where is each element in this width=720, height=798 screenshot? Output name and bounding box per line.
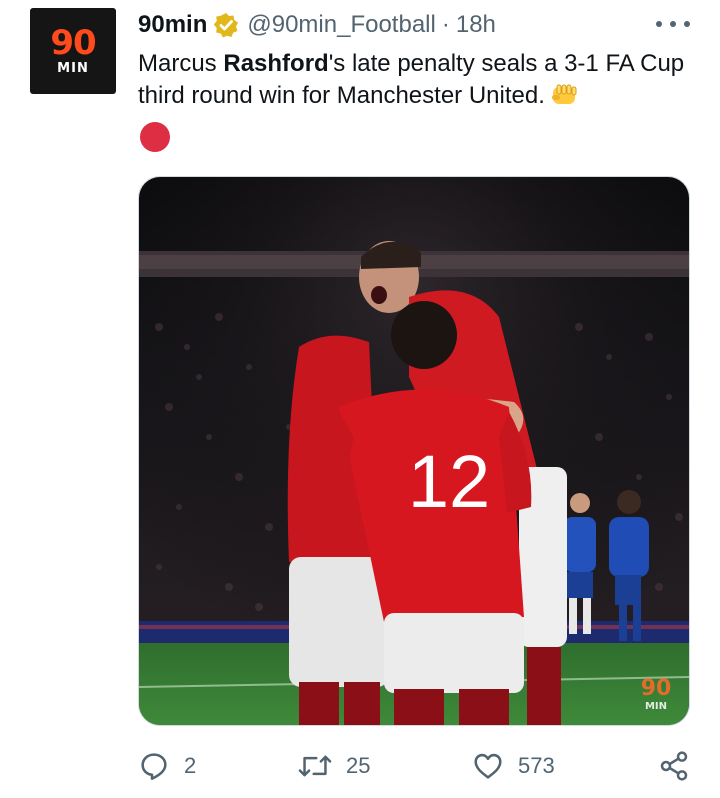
reply-icon [141,753,167,780]
like-button[interactable]: 573 [472,748,555,784]
tweet: 90 MIN 90min @90min_Football · 18h Marcu… [0,0,720,798]
reply-button[interactable]: 2 [138,748,196,784]
like-count: 573 [518,753,555,778]
watermark-word: MIN [645,701,667,712]
shirt-number: 12 [408,440,490,523]
reply-count: 2 [184,753,197,778]
retweet-count: 25 [346,753,371,778]
tweet-text-before: Marcus [138,50,224,77]
red-circle-emoji-icon [140,122,170,152]
user-handle[interactable]: @90min_Football [247,11,435,39]
tweet-header: 90min @90min_Football · 18h [138,10,496,40]
display-name[interactable]: 90min [138,11,207,39]
oncoming-fist-emoji-icon [551,83,579,107]
retweet-button[interactable]: 25 [298,748,370,784]
tweet-text-bold: Rashford [223,50,329,77]
tweet-actions: 2 25 573 [138,748,690,784]
avatar[interactable]: 90 MIN [30,8,116,94]
verified-badge-icon [213,12,239,38]
watermark-number: 90 [641,676,672,701]
retweet-icon [298,755,332,777]
heart-icon [474,753,502,779]
tweet-text: Marcus Rashford's late penalty seals a 3… [138,48,698,112]
more-options-icon[interactable] [656,14,690,34]
share-button[interactable] [658,748,704,784]
share-icon [660,751,688,781]
avatar-logo-word: MIN [57,61,89,76]
tweet-photo[interactable]: 12 90 MIN [138,176,690,726]
separator-dot: · [441,11,450,38]
avatar-logo-number: 90 [50,23,96,63]
tweet-timestamp[interactable]: 18h [456,11,496,39]
